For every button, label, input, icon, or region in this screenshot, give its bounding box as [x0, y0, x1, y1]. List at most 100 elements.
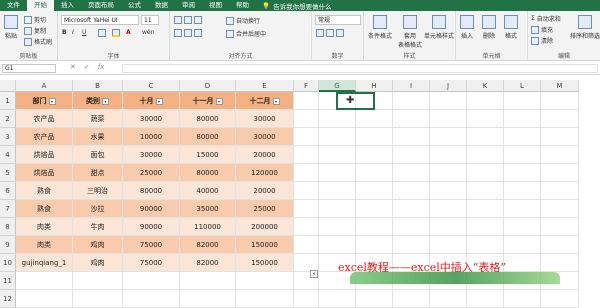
cell[interactable] — [504, 254, 541, 272]
table-cell[interactable]: 82000 — [180, 236, 236, 254]
row-header-4[interactable]: 4 — [0, 146, 16, 164]
table-header-cell[interactable]: 部门 ▾ — [16, 92, 73, 110]
filter-dropdown-icon[interactable]: ▾ — [272, 97, 280, 105]
cell[interactable] — [294, 110, 319, 128]
column-header-c[interactable]: C — [123, 80, 180, 92]
cell[interactable] — [319, 236, 356, 254]
border-button[interactable] — [98, 29, 106, 37]
cell[interactable] — [356, 110, 393, 128]
row-header-7[interactable]: 7 — [0, 200, 16, 218]
table-cell[interactable]: 25000 — [123, 164, 180, 182]
column-header-e[interactable]: E — [236, 80, 294, 92]
cell[interactable] — [430, 110, 467, 128]
cell[interactable] — [294, 164, 319, 182]
table-cell[interactable]: 30000 — [236, 110, 294, 128]
cell[interactable] — [541, 146, 579, 164]
table-cell[interactable]: 蔬菜 — [73, 110, 123, 128]
cell[interactable] — [393, 200, 430, 218]
select-all-corner[interactable] — [0, 80, 16, 92]
cell[interactable] — [541, 164, 579, 182]
cell[interactable] — [319, 164, 356, 182]
cell[interactable] — [294, 218, 319, 236]
column-header-d[interactable]: D — [180, 80, 236, 92]
table-cell[interactable]: 150000 — [236, 236, 294, 254]
name-box[interactable]: G1 — [2, 64, 56, 73]
cell[interactable] — [236, 272, 294, 290]
cell[interactable] — [467, 92, 504, 110]
cell[interactable] — [504, 236, 541, 254]
cell[interactable] — [467, 200, 504, 218]
sort-filter-button[interactable]: 排序和筛选 — [570, 15, 600, 40]
cell[interactable] — [393, 110, 430, 128]
table-cell[interactable]: 30000 — [123, 146, 180, 164]
cell[interactable] — [504, 128, 541, 146]
row-header-6[interactable]: 6 — [0, 182, 16, 200]
cell[interactable] — [541, 182, 579, 200]
row-header-8[interactable]: 8 — [0, 218, 16, 236]
table-cell[interactable]: 农产品 — [16, 128, 73, 146]
cancel-icon[interactable]: ✕ — [70, 63, 76, 71]
cell-styles-button[interactable]: 单元格样式 — [424, 15, 454, 40]
row-header-9[interactable]: 9 — [0, 236, 16, 254]
table-cell[interactable]: 肉类 — [16, 218, 73, 236]
column-header-g[interactable]: G — [319, 80, 356, 92]
merge-center-button[interactable]: 合并后居中 — [226, 29, 266, 38]
cell[interactable] — [467, 128, 504, 146]
cell[interactable] — [430, 218, 467, 236]
table-cell[interactable]: 肉类 — [16, 236, 73, 254]
table-cell[interactable]: 40000 — [180, 182, 236, 200]
cell[interactable] — [319, 128, 356, 146]
cell[interactable] — [319, 182, 356, 200]
filter-dropdown-icon[interactable]: ▾ — [215, 97, 223, 105]
cell[interactable] — [319, 218, 356, 236]
table-cell[interactable]: 10000 — [123, 128, 180, 146]
table-cell[interactable]: 20000 — [236, 182, 294, 200]
table-cell[interactable]: 80000 — [180, 110, 236, 128]
font-name-select[interactable]: Microsoft YaHei UI — [61, 15, 139, 25]
font-color-button[interactable]: A — [126, 29, 131, 36]
formula-input[interactable] — [122, 64, 598, 73]
number-format-select[interactable]: 常规 — [315, 15, 361, 25]
filter-dropdown-icon[interactable]: ▾ — [48, 97, 56, 105]
cell[interactable] — [236, 290, 294, 308]
table-cell[interactable]: 面包 — [73, 146, 123, 164]
table-cell[interactable]: 90000 — [123, 200, 180, 218]
cell[interactable] — [393, 218, 430, 236]
table-cell[interactable]: 82000 — [180, 254, 236, 272]
table-cell[interactable]: 110000 — [180, 218, 236, 236]
cell[interactable] — [467, 290, 504, 308]
cell[interactable] — [356, 182, 393, 200]
column-header-f[interactable]: F — [294, 80, 319, 92]
cell[interactable] — [393, 92, 430, 110]
table-cell[interactable]: 75000 — [123, 236, 180, 254]
clear-button[interactable]: 清除 — [531, 36, 553, 45]
table-cell[interactable]: 150000 — [236, 254, 294, 272]
table-cell[interactable]: 25000 — [236, 200, 294, 218]
table-cell[interactable]: 烘焙品 — [16, 164, 73, 182]
cell[interactable] — [73, 290, 123, 308]
cell[interactable] — [467, 164, 504, 182]
table-cell[interactable]: 熟食 — [16, 182, 73, 200]
cell[interactable] — [504, 146, 541, 164]
cell[interactable] — [123, 272, 180, 290]
align-top-button[interactable] — [174, 16, 202, 24]
cell[interactable] — [430, 92, 467, 110]
cell[interactable] — [180, 290, 236, 308]
table-cell[interactable]: 烘焙品 — [16, 146, 73, 164]
cell[interactable] — [294, 236, 319, 254]
format-cells-button[interactable]: 格式 — [504, 15, 518, 40]
cell[interactable] — [467, 182, 504, 200]
cell[interactable] — [393, 290, 430, 308]
cell[interactable] — [541, 92, 579, 110]
cell[interactable] — [541, 200, 579, 218]
cell[interactable] — [294, 146, 319, 164]
table-header-cell[interactable]: 十二月 ▾ — [236, 92, 294, 110]
enter-icon[interactable]: ✓ — [84, 63, 90, 71]
table-cell[interactable]: 30000 — [123, 110, 180, 128]
bold-button[interactable]: B — [62, 29, 67, 36]
cell[interactable] — [467, 218, 504, 236]
format-painter-button[interactable]: 格式刷 — [24, 37, 52, 46]
currency-button[interactable] — [316, 29, 344, 37]
cell[interactable] — [294, 92, 319, 110]
cell[interactable] — [393, 146, 430, 164]
